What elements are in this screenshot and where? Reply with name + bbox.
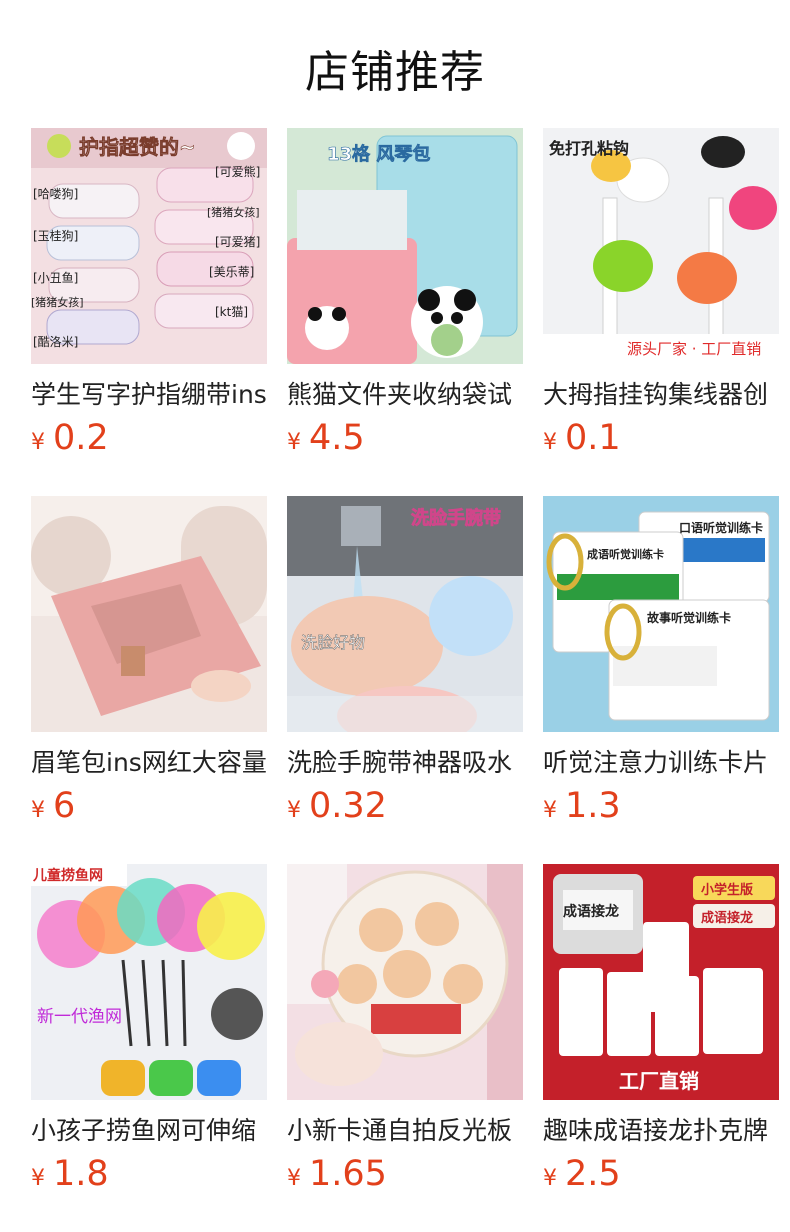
svg-text:[玉桂狗]: [玉桂狗] xyxy=(33,228,78,243)
currency-symbol: ¥ xyxy=(287,1166,301,1191)
price-value: 0.1 xyxy=(565,418,621,458)
price-value: 0.32 xyxy=(309,786,387,826)
product-title[interactable]: 洗脸手腕带神器吸水 xyxy=(287,746,524,780)
overlay-footer: 工厂直销 xyxy=(619,1069,699,1093)
currency-symbol: ¥ xyxy=(543,430,557,455)
currency-symbol: ¥ xyxy=(31,1166,45,1191)
overlay-subtext: 洗脸好物 xyxy=(301,633,365,652)
product-title[interactable]: 小孩子捞鱼网可伸缩 xyxy=(31,1114,268,1148)
product-title[interactable]: 学生写字护指绷带ins xyxy=(31,378,268,412)
product-title[interactable]: 大拇指挂钩集线器创 xyxy=(543,378,780,412)
product-card[interactable]: 成语接龙 小学生版 成语接龙 工厂直销 趣味成语接龙扑克牌 ¥ 2.5 xyxy=(543,864,780,1194)
badge-text: 成语接龙 xyxy=(701,910,753,926)
product-image[interactable]: 13格 风琴包 xyxy=(287,128,523,364)
overlay-text: 免打孔粘钩 xyxy=(549,139,629,158)
product-card[interactable]: 13格 风琴包 熊猫文件夹收纳袋试 ¥ 4.5 xyxy=(287,128,524,458)
product-card[interactable]: 免打孔粘钩 源头厂家 · 工厂直销 大拇指挂钩集线器创 ¥ 0.1 xyxy=(543,128,780,458)
svg-text:[猪猪女孩]: [猪猪女孩] xyxy=(207,205,260,219)
svg-text:[美乐蒂]: [美乐蒂] xyxy=(209,265,254,279)
overlay-text: 护指超赞的~ xyxy=(79,135,196,159)
product-card[interactable]: 小新卡通自拍反光板 ¥ 1.65 xyxy=(287,864,524,1194)
currency-symbol: ¥ xyxy=(31,798,45,823)
overlay-text: 洗脸手腕带 xyxy=(411,507,501,529)
price-value: 2.5 xyxy=(565,1154,621,1194)
product-price: ¥ 1.3 xyxy=(543,786,780,826)
product-image[interactable]: 儿童捞鱼网 新一代渔网 xyxy=(31,864,267,1100)
product-image[interactable]: 口语听觉训练卡 成语听觉训练卡 故事听觉训练卡 xyxy=(543,496,779,732)
product-card[interactable]: 洗脸手腕带 洗脸好物 洗脸手腕带神器吸水 ¥ 0.32 xyxy=(287,496,524,826)
product-title[interactable]: 趣味成语接龙扑克牌 xyxy=(543,1114,780,1148)
product-price: ¥ 6 xyxy=(31,786,268,826)
product-price: ¥ 0.1 xyxy=(543,418,780,458)
box-label: 成语接龙 xyxy=(563,903,619,920)
overlay-text: 儿童捞鱼网 xyxy=(32,867,103,884)
svg-text:故事听觉训练卡: 故事听觉训练卡 xyxy=(647,610,731,625)
overlay-text: 13格 风琴包 xyxy=(327,143,430,165)
product-image[interactable]: 成语接龙 小学生版 成语接龙 工厂直销 xyxy=(543,864,779,1100)
overlay-footer: 源头厂家 · 工厂直销 xyxy=(627,340,761,358)
currency-symbol: ¥ xyxy=(543,798,557,823)
svg-text:[酷洛米]: [酷洛米] xyxy=(33,334,78,349)
svg-text:[可爱猪]: [可爱猪] xyxy=(215,235,260,249)
currency-symbol: ¥ xyxy=(287,798,301,823)
product-title[interactable]: 眉笔包ins网红大容量 xyxy=(31,746,268,780)
svg-text:[哈喽狗]: [哈喽狗] xyxy=(33,186,78,201)
product-image[interactable] xyxy=(31,496,267,732)
price-value: 0.2 xyxy=(53,418,109,458)
currency-symbol: ¥ xyxy=(543,1166,557,1191)
overlay-subtext: 新一代渔网 xyxy=(37,1007,122,1027)
product-price: ¥ 0.2 xyxy=(31,418,268,458)
svg-text:[小丑鱼]: [小丑鱼] xyxy=(33,271,78,285)
section-header: 店铺推荐 xyxy=(0,0,790,128)
product-price: ¥ 1.65 xyxy=(287,1154,524,1194)
product-price: ¥ 4.5 xyxy=(287,418,524,458)
product-image[interactable] xyxy=(287,864,523,1100)
product-card[interactable]: 口语听觉训练卡 成语听觉训练卡 故事听觉训练卡 听觉注意力训练卡片 ¥ 1.3 xyxy=(543,496,780,826)
svg-text:[猪猪女孩]: [猪猪女孩] xyxy=(31,295,84,309)
product-image[interactable]: 洗脸手腕带 洗脸好物 xyxy=(287,496,523,732)
product-price: ¥ 1.8 xyxy=(31,1154,268,1194)
price-value: 1.3 xyxy=(565,786,621,826)
price-value: 1.8 xyxy=(53,1154,109,1194)
price-value: 6 xyxy=(53,786,76,826)
section-title: 店铺推荐 xyxy=(305,47,485,98)
svg-text:口语听觉训练卡: 口语听觉训练卡 xyxy=(679,520,763,535)
svg-text:[可爱熊]: [可爱熊] xyxy=(215,164,260,179)
svg-text:[kt猫]: [kt猫] xyxy=(215,305,248,319)
currency-symbol: ¥ xyxy=(31,430,45,455)
product-title[interactable]: 听觉注意力训练卡片 xyxy=(543,746,780,780)
product-card[interactable]: 护指超赞的~ [哈喽狗] [玉桂狗] [小丑鱼] [猪猪女孩] [酷洛米] [可… xyxy=(31,128,268,458)
product-price: ¥ 0.32 xyxy=(287,786,524,826)
badge-text: 小学生版 xyxy=(701,882,753,898)
product-title[interactable]: 熊猫文件夹收纳袋试 xyxy=(287,378,524,412)
product-image[interactable]: 护指超赞的~ [哈喽狗] [玉桂狗] [小丑鱼] [猪猪女孩] [酷洛米] [可… xyxy=(31,128,267,364)
product-image[interactable]: 免打孔粘钩 源头厂家 · 工厂直销 xyxy=(543,128,779,364)
product-card[interactable]: 儿童捞鱼网 新一代渔网 小孩子捞鱼网可伸缩 ¥ 1.8 xyxy=(31,864,268,1194)
product-title[interactable]: 小新卡通自拍反光板 xyxy=(287,1114,524,1148)
price-value: 1.65 xyxy=(309,1154,387,1194)
price-value: 4.5 xyxy=(309,418,365,458)
product-price: ¥ 2.5 xyxy=(543,1154,780,1194)
currency-symbol: ¥ xyxy=(287,430,301,455)
svg-text:成语听觉训练卡: 成语听觉训练卡 xyxy=(587,547,664,561)
product-card[interactable]: 眉笔包ins网红大容量 ¥ 6 xyxy=(31,496,268,826)
